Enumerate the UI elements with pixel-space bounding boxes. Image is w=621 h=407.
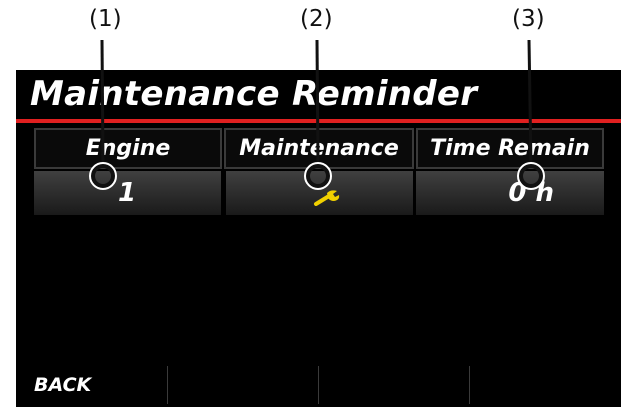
back-button-label: BACK	[34, 373, 92, 396]
cell-engine-value[interactable]: 1	[34, 171, 221, 215]
header-maintenance: Maintenance	[224, 128, 414, 169]
back-button[interactable]: BACK	[34, 362, 164, 407]
softkey-bar: BACK	[16, 362, 621, 407]
time-remain-value: 0 h	[508, 178, 554, 208]
softkey-3[interactable]	[319, 362, 469, 407]
softkey-2[interactable]	[168, 362, 318, 407]
title-divider	[16, 119, 621, 123]
callout-label-1: (1)	[89, 6, 122, 32]
page-title: Maintenance Reminder	[30, 74, 478, 114]
header-time-remain: Time Remain	[416, 128, 604, 169]
engine-number: 1	[118, 178, 137, 208]
header-engine: Engine	[34, 128, 222, 169]
softkey-4[interactable]	[470, 362, 620, 407]
wrench-icon	[313, 183, 343, 213]
callout-label-2: (2)	[300, 6, 333, 32]
cell-maintenance-value[interactable]	[226, 171, 413, 215]
display-screen: Maintenance Reminder Engine Maintenance …	[16, 70, 621, 407]
cell-time-remain-value[interactable]: 0 h	[416, 171, 604, 215]
callout-label-3: (3)	[512, 6, 545, 32]
